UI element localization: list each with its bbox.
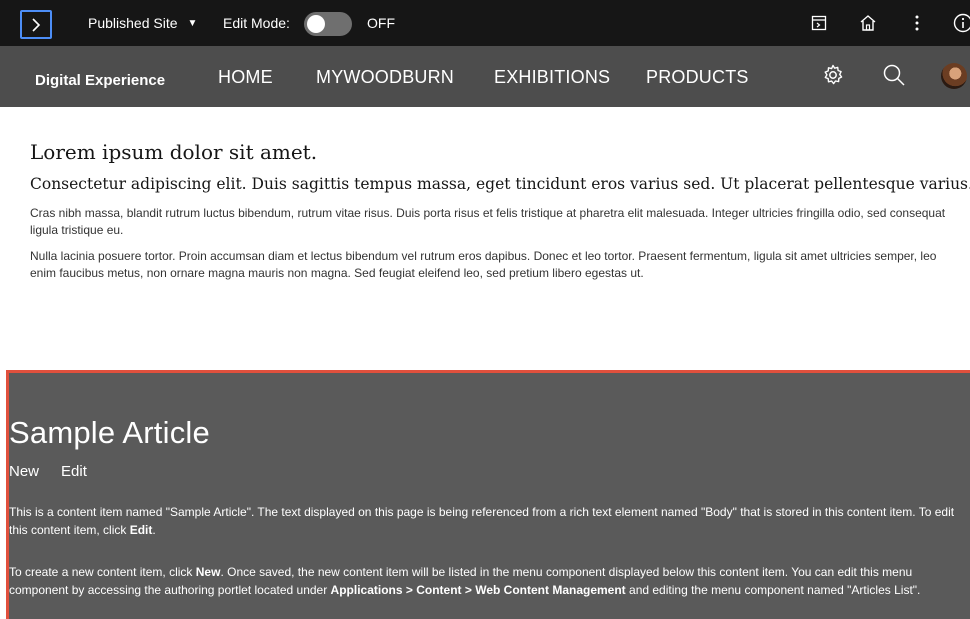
edit-mode-state: OFF: [367, 15, 395, 31]
intro-paragraph-1: Cras nibh massa, blandit rutrum luctus b…: [30, 206, 946, 237]
article-p2-c: and editing the menu component named "Ar…: [625, 583, 921, 597]
home-icon[interactable]: [857, 12, 879, 34]
site-select-label: Published Site: [88, 15, 178, 31]
intro-paragraph-2: Nulla lacinia posuere tortor. Proin accu…: [30, 249, 937, 280]
sample-article-section: Sample Article New Edit This is a conten…: [6, 370, 970, 619]
nav-item-products[interactable]: PRODUCTS: [646, 67, 749, 88]
toggle-panel-button[interactable]: [20, 10, 52, 39]
search-icon[interactable]: [882, 63, 906, 87]
article-p1-end: .: [152, 523, 156, 537]
brand-title[interactable]: Digital Experience: [35, 72, 165, 89]
new-link[interactable]: New: [9, 463, 39, 480]
more-vertical-icon[interactable]: [906, 12, 928, 34]
intro-title: Lorem ipsum dolor sit amet.: [30, 140, 318, 164]
edit-mode-label: Edit Mode:: [223, 15, 290, 31]
article-p2-new: New: [195, 565, 221, 579]
article-p1-edit: Edit: [129, 523, 153, 537]
nav-item-mywoodburn[interactable]: MYWOODBURN: [316, 67, 454, 88]
site-navigation: Digital Experience HOME MYWOODBURN EXHIB…: [0, 46, 970, 107]
article-actions: New Edit: [9, 463, 87, 480]
intro-content: Lorem ipsum dolor sit amet. Consectetur …: [30, 140, 970, 291]
page-panel-icon[interactable]: [808, 12, 830, 34]
nav-item-home[interactable]: HOME: [218, 67, 273, 88]
nav-item-exhibitions[interactable]: EXHIBITIONS: [494, 67, 610, 88]
gear-icon[interactable]: [821, 63, 845, 87]
info-icon[interactable]: [952, 12, 970, 34]
article-p2-path: Applications > Content > Web Content Man…: [330, 583, 626, 597]
chevron-right-icon: [32, 17, 41, 32]
avatar[interactable]: [941, 63, 967, 89]
caret-down-icon: ▼: [187, 17, 198, 29]
edit-link[interactable]: Edit: [61, 463, 87, 480]
toggle-knob: [307, 15, 325, 33]
article-title: Sample Article: [9, 415, 210, 450]
article-paragraph-2: To create a new content item, click New.…: [9, 563, 970, 599]
edit-mode-toggle[interactable]: [304, 12, 352, 36]
article-p2-a: To create a new content item, click: [9, 565, 196, 579]
top-toolbar: Published Site ▼ Edit Mode: OFF: [0, 0, 970, 46]
article-paragraph-1: This is a content item named "Sample Art…: [9, 503, 970, 539]
site-select[interactable]: Published Site ▼: [88, 15, 197, 31]
intro-lead: Consectetur adipiscing elit. Duis sagitt…: [30, 175, 970, 193]
